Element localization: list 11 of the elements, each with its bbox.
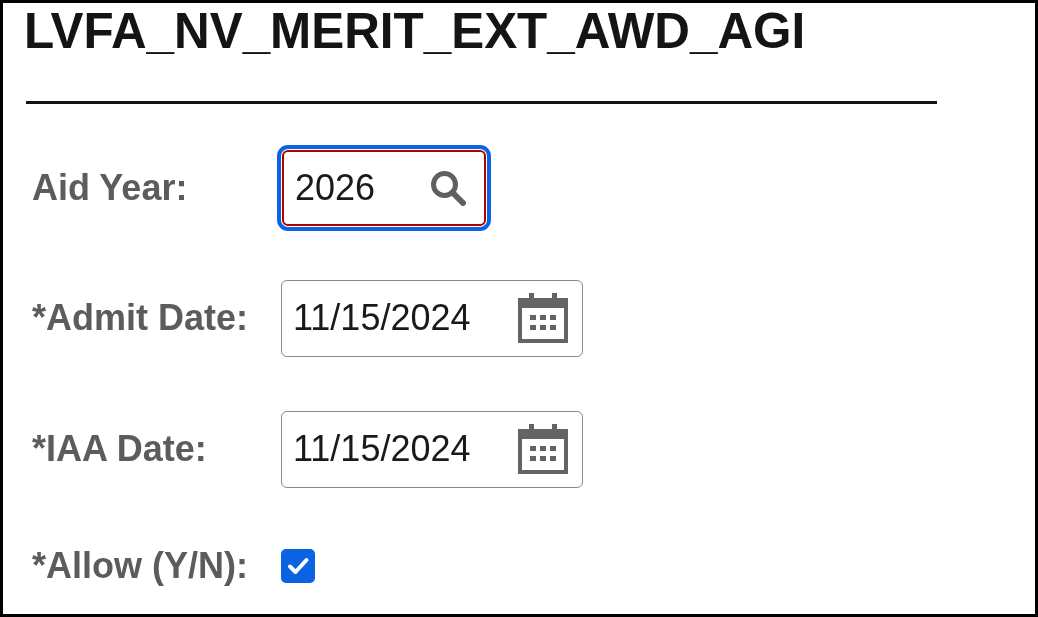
calendar-icon[interactable] — [518, 293, 568, 344]
field-label: *Admit Date: — [32, 298, 250, 339]
field-label: Aid Year: — [32, 167, 189, 208]
calendar-icon[interactable] — [518, 424, 568, 475]
field-label: *IAA Date: — [32, 429, 208, 470]
page-title: LVFA_NV_MERIT_EXT_AWD_AGI — [24, 3, 806, 60]
search-icon[interactable] — [430, 169, 466, 206]
checkbox[interactable] — [281, 548, 315, 583]
date-field[interactable]: 11/15/2024 — [281, 410, 583, 488]
date-field[interactable]: 11/15/2024 — [281, 279, 583, 357]
field-label: *Allow (Y/N): — [32, 545, 249, 586]
